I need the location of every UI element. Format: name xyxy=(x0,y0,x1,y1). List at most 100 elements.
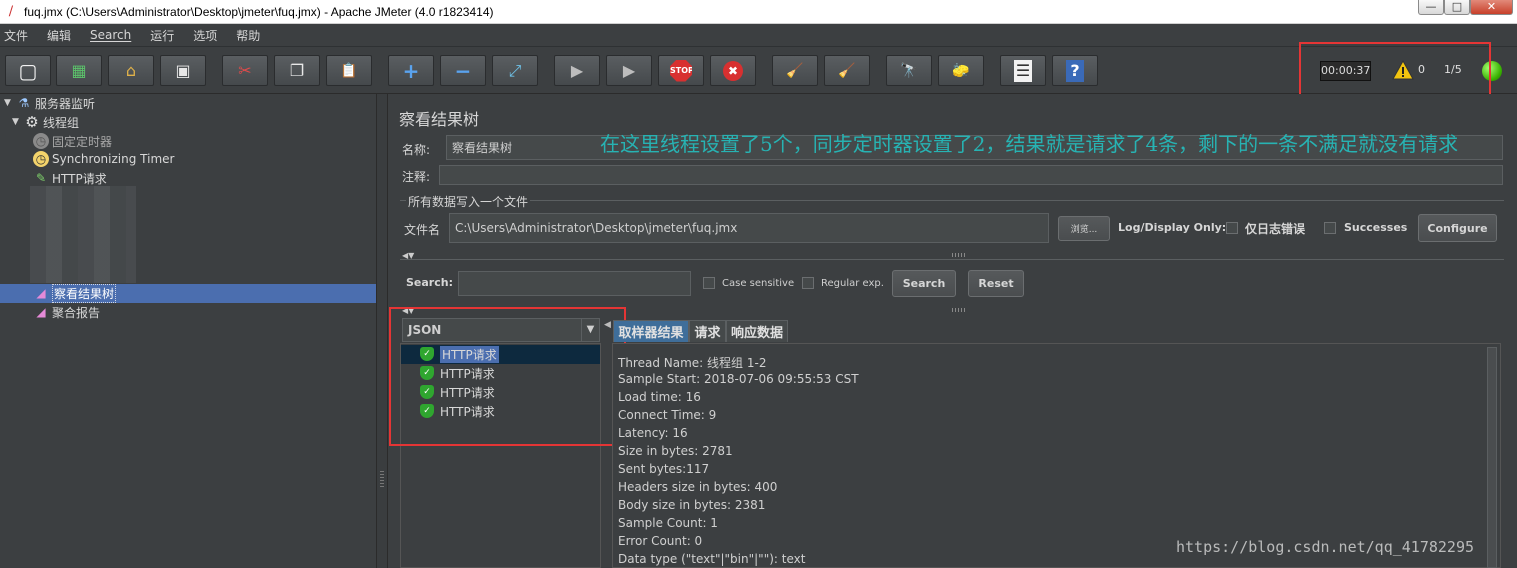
function-helper-icon: ☰ xyxy=(1014,59,1032,82)
search-label: Search: xyxy=(406,276,453,289)
shutdown-button[interactable]: ✖ xyxy=(710,55,756,86)
save-button[interactable]: ▣ xyxy=(160,55,206,86)
detail-line: Body size in bytes: 2381 xyxy=(618,498,766,512)
start-button[interactable]: ▶ xyxy=(554,55,600,86)
filename-field[interactable]: C:\Users\Administrator\Desktop\jmeter\fu… xyxy=(449,213,1049,243)
collapse-button[interactable]: − xyxy=(440,55,486,86)
menu-search[interactable]: Search xyxy=(90,28,131,42)
tree-item-thread-group[interactable]: ▼ ⚙ 线程组 xyxy=(12,113,79,131)
success-shield-icon: ✓ xyxy=(420,366,434,380)
start-no-pause-icon: ▶ xyxy=(622,61,636,80)
reset-search-icon: 🧽 xyxy=(952,62,970,79)
new-button[interactable]: ▢ xyxy=(5,55,51,86)
panel-splitter[interactable] xyxy=(376,94,388,568)
menu-bar: 文件 编辑 Search 运行 选项 帮助 xyxy=(0,24,1517,47)
tree-item-sync-timer[interactable]: ◷ Synchronizing Timer xyxy=(33,150,174,168)
detail-line: Sample Start: 2018-07-06 09:55:53 CST xyxy=(618,372,859,386)
tree-item-label: 察看结果树 xyxy=(52,283,117,303)
result-row[interactable]: ✓ HTTP请求 xyxy=(420,402,495,420)
result-row[interactable]: ✓ HTTP请求 xyxy=(420,364,495,382)
title-bar: ∕ fuq.jmx (C:\Users\Administrator\Deskto… xyxy=(0,0,1517,24)
configure-button[interactable]: Configure xyxy=(1418,214,1497,242)
divider-grip[interactable] xyxy=(952,308,966,312)
tree-item-label: HTTP请求 xyxy=(52,171,107,186)
tab-sampler-result[interactable]: 取样器结果 xyxy=(613,320,689,342)
detail-line: Size in bytes: 2781 xyxy=(618,444,733,458)
tree-item-label: 固定定时器 xyxy=(52,134,113,149)
detail-line: Sample Count: 1 xyxy=(618,516,718,530)
templates-button[interactable]: ▦ xyxy=(56,55,102,86)
paste-button[interactable]: 📋 xyxy=(326,55,372,86)
warning-icon[interactable] xyxy=(1392,60,1414,80)
case-sensitive-checkbox[interactable] xyxy=(703,277,715,289)
regular-exp-checkbox[interactable] xyxy=(802,277,814,289)
menu-file[interactable]: 文件 xyxy=(4,27,28,44)
toggle-button[interactable]: ⤢ xyxy=(492,55,538,86)
tree-item-http-request[interactable]: ✎ HTTP请求 xyxy=(33,169,107,187)
reset-search-button[interactable]: 🧽 xyxy=(938,55,984,86)
file-section-border xyxy=(400,200,1504,201)
collapse-arrows-icon[interactable]: ◀▼ xyxy=(402,306,414,315)
search-input[interactable] xyxy=(458,271,691,296)
open-icon: ⌂ xyxy=(125,61,137,80)
paste-icon: 📋 xyxy=(340,62,358,79)
splitter-grip[interactable] xyxy=(380,471,384,487)
menu-edit[interactable]: 编辑 xyxy=(47,27,71,44)
browse-button[interactable]: 浏览... xyxy=(1058,216,1110,241)
new-icon: ▢ xyxy=(18,58,38,83)
start-icon: ▶ xyxy=(570,61,584,80)
expand-button[interactable]: + xyxy=(388,55,434,86)
log-display-label: Log/Display Only: xyxy=(1118,221,1227,234)
tree-item-server-monitor[interactable]: ▼ ⚗ 服务器监听 xyxy=(4,94,95,112)
stop-button[interactable]: STOP xyxy=(658,55,704,86)
menu-run[interactable]: 运行 xyxy=(150,27,174,44)
tab-request[interactable]: 请求 xyxy=(689,320,726,342)
tree-item-aggregate-report[interactable]: ◢ 聚合报告 xyxy=(33,303,100,321)
errors-only-label: 仅日志错误 xyxy=(1245,222,1306,236)
minimize-button[interactable]: — xyxy=(1418,0,1444,15)
open-button[interactable]: ⌂ xyxy=(108,55,154,86)
gear-icon: ⚙ xyxy=(25,113,39,131)
result-row[interactable]: ✓ HTTP请求 xyxy=(420,345,499,363)
result-row[interactable]: ✓ HTTP请求 xyxy=(420,383,495,401)
detail-line: Error Count: 0 xyxy=(618,534,703,548)
collapse-arrow-icon[interactable]: ◀ xyxy=(604,320,611,330)
toggle-icon: ⤢ xyxy=(508,60,522,80)
errors-only-checkbox[interactable] xyxy=(1226,222,1238,234)
divider-grip[interactable] xyxy=(952,253,966,257)
renderer-select[interactable]: JSON ▼ xyxy=(402,318,600,342)
menu-options[interactable]: 选项 xyxy=(193,27,217,44)
search-button-toolbar[interactable]: 🔭 xyxy=(886,55,932,86)
start-no-pause-button[interactable]: ▶ xyxy=(606,55,652,86)
window-title: fuq.jmx (C:\Users\Administrator\Desktop\… xyxy=(24,4,494,19)
search-icon: 🔭 xyxy=(900,62,918,79)
maximize-button[interactable]: □ xyxy=(1444,0,1470,15)
reset-button[interactable]: Reset xyxy=(968,270,1024,297)
close-button[interactable]: ✕ xyxy=(1470,0,1513,15)
tree-item-constant-timer[interactable]: ◷ 固定定时器 xyxy=(33,132,112,150)
timer-icon: ◷ xyxy=(33,133,49,149)
chevron-down-icon[interactable]: ▼ xyxy=(581,319,599,341)
copy-icon: ❐ xyxy=(289,61,305,80)
detail-line: Data type ("text"|"bin"|""): text xyxy=(618,552,806,566)
comment-field[interactable] xyxy=(439,165,1503,185)
successes-checkbox[interactable] xyxy=(1324,222,1336,234)
detail-scrollbar[interactable] xyxy=(1487,347,1497,568)
detail-line: Load time: 16 xyxy=(618,390,701,404)
clear-button[interactable]: 🧹 xyxy=(772,55,818,86)
copy-button[interactable]: ❐ xyxy=(274,55,320,86)
divider-line xyxy=(400,259,1504,260)
pipette-icon: ✎ xyxy=(35,171,47,185)
tree-item-view-results-tree[interactable]: ◢ 察看结果树 xyxy=(33,283,117,303)
clear-all-button[interactable]: 🧹 xyxy=(824,55,870,86)
search-button[interactable]: Search xyxy=(892,270,956,297)
cut-button[interactable]: ✂ xyxy=(222,55,268,86)
expand-arrow-icon[interactable]: ▼ xyxy=(4,98,14,108)
help-button[interactable]: ? xyxy=(1052,55,1098,86)
elapsed-timer: 00:00:37 xyxy=(1320,61,1371,81)
menu-help[interactable]: 帮助 xyxy=(236,27,260,44)
expand-arrow-icon[interactable]: ▼ xyxy=(12,117,22,127)
warning-count: 0 xyxy=(1418,63,1425,76)
function-helper-button[interactable]: ☰ xyxy=(1000,55,1046,86)
tab-response-data[interactable]: 响应数据 xyxy=(726,320,788,342)
